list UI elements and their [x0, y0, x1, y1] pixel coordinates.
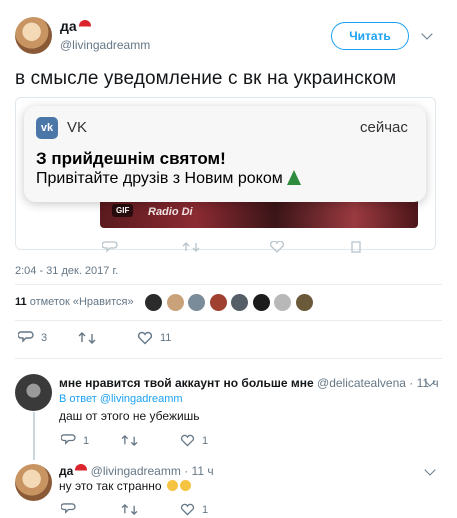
vk-logo-icon: vk: [36, 117, 58, 139]
liker-avatar[interactable]: [231, 294, 248, 311]
christmas-tree-icon: [286, 170, 301, 185]
liker-avatar[interactable]: [188, 294, 205, 311]
reply-icon: [61, 434, 76, 445]
likes-summary[interactable]: 11 отметок «Нравится»: [15, 296, 134, 308]
media-retweet-icon: [182, 242, 200, 252]
liker-avatar[interactable]: [166, 294, 184, 311]
notification-body: Привітайте друзів з Новим роком: [36, 170, 301, 188]
like-count: 1: [202, 434, 209, 447]
media-reply-icon: [102, 241, 118, 253]
thread-line: [33, 412, 35, 460]
media-heart-icon: [270, 241, 284, 253]
like-count: 11: [160, 332, 172, 344]
tweet-timestamp[interactable]: 2:04 - 31 дек. 2017 г.: [15, 265, 118, 277]
heart-icon: [180, 434, 195, 447]
tweet-text: в смысле уведомление с вк на украинском: [15, 68, 397, 89]
gif-badge: GIF: [112, 204, 134, 217]
reply-count: 3: [41, 332, 48, 344]
notification-title: З прийдешнім святом!: [36, 149, 226, 168]
liker-avatar[interactable]: [145, 294, 162, 311]
divider: [15, 284, 442, 285]
divider: [15, 320, 442, 321]
author-avatar[interactable]: [15, 17, 52, 54]
like-button[interactable]: 11: [137, 331, 171, 345]
heart-icon: [180, 503, 195, 516]
reply-button[interactable]: 3: [18, 331, 47, 345]
liker-avatar[interactable]: [274, 294, 291, 311]
reply-icon: [18, 331, 34, 343]
heart-icon: [137, 331, 153, 345]
reply-button[interactable]: 1: [61, 434, 89, 447]
media-logo-text: Radio Di: [148, 206, 193, 218]
reply-header[interactable]: да @livingadreamm · 11 ч: [59, 464, 214, 478]
retweet-icon: [121, 434, 138, 447]
reply-header[interactable]: мне нравится твой аккаунт но больше мне …: [59, 376, 439, 390]
retweet-button[interactable]: [121, 503, 145, 516]
notification-app-name: VK: [67, 119, 88, 136]
reply-avatar[interactable]: [15, 464, 52, 501]
notification-time: сейчас: [360, 119, 408, 136]
santa-hat-icon: [75, 464, 88, 476]
smiley-icon: [179, 480, 191, 491]
reply-text: ну это так странно: [59, 479, 191, 493]
retweet-icon: [121, 503, 138, 516]
reply-text: даш от этого не убежишь: [59, 409, 200, 423]
reply-button[interactable]: [61, 503, 83, 516]
reply-to-line: В ответ @livingadreamm: [59, 393, 183, 405]
santa-hat-icon: [78, 20, 91, 32]
retweet-icon: [78, 332, 96, 344]
retweet-button[interactable]: [121, 434, 145, 447]
reply-icon: [61, 503, 76, 514]
smiley-icon: [166, 480, 178, 491]
liker-avatar[interactable]: [209, 294, 227, 311]
author-handle[interactable]: @livingadreamm: [60, 38, 150, 52]
author-display-name[interactable]: да: [60, 18, 91, 34]
like-button[interactable]: 1: [180, 434, 208, 447]
media-dm-icon: [351, 241, 361, 253]
reply-count: 1: [83, 434, 90, 447]
reply-avatar[interactable]: [15, 374, 52, 411]
chevron-down-icon[interactable]: [424, 464, 436, 476]
retweet-button[interactable]: [78, 331, 103, 345]
chevron-down-icon[interactable]: [421, 28, 433, 40]
like-button[interactable]: 1: [180, 503, 208, 516]
liker-avatar[interactable]: [252, 294, 270, 311]
divider: [15, 358, 442, 359]
follow-button[interactable]: Читать: [331, 22, 409, 50]
liker-avatar[interactable]: [295, 294, 313, 311]
like-count: 1: [202, 503, 209, 516]
